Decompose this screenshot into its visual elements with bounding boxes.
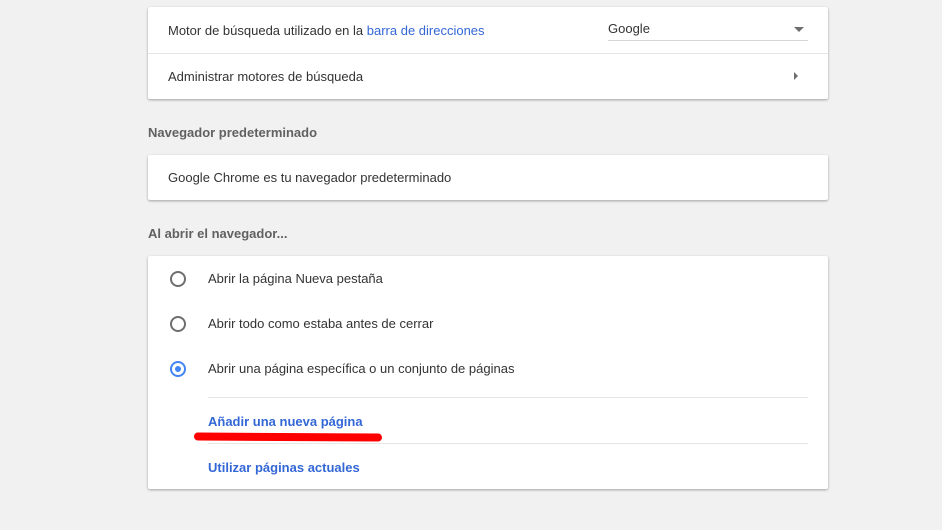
chevron-right-icon	[794, 72, 798, 80]
add-new-page-link[interactable]: Añadir una nueva página	[208, 414, 363, 429]
startup-option-label: Abrir todo como estaba antes de cerrar	[208, 316, 434, 331]
startup-option-label: Abrir la página Nueva pestaña	[208, 271, 383, 286]
startup-option-continue[interactable]: Abrir todo como estaba antes de cerrar	[148, 301, 828, 346]
on-startup-heading: Al abrir el navegador...	[148, 226, 288, 241]
on-startup-card: Abrir la página Nueva pestaña Abrir todo…	[148, 256, 828, 489]
manage-search-engines-row[interactable]: Administrar motores de búsqueda	[148, 54, 828, 99]
divider	[208, 397, 808, 398]
use-current-pages-link[interactable]: Utilizar páginas actuales	[208, 460, 360, 475]
radio-unchecked-icon[interactable]	[170, 316, 186, 332]
dropdown-arrow-icon	[794, 27, 804, 32]
divider	[208, 443, 808, 444]
red-annotation-underline	[193, 432, 383, 442]
address-bar-link[interactable]: barra de direcciones	[367, 23, 485, 38]
startup-option-label: Abrir una página específica o un conjunt…	[208, 361, 515, 376]
startup-option-new-tab[interactable]: Abrir la página Nueva pestaña	[148, 256, 828, 301]
default-browser-heading: Navegador predeterminado	[148, 125, 318, 140]
manage-search-engines-label: Administrar motores de búsqueda	[168, 69, 364, 84]
search-engine-select[interactable]: Google	[608, 20, 808, 41]
default-browser-status: Google Chrome es tu navegador predetermi…	[168, 170, 452, 185]
search-engine-label-text: Motor de búsqueda utilizado en la	[168, 22, 367, 38]
search-engine-card: Motor de búsqueda utilizado en la barra …	[148, 7, 828, 99]
search-engine-row: Motor de búsqueda utilizado en la barra …	[148, 7, 828, 53]
search-engine-selected-value: Google	[608, 21, 650, 36]
default-browser-row: Google Chrome es tu navegador predetermi…	[148, 155, 828, 200]
default-browser-card: Google Chrome es tu navegador predetermi…	[148, 155, 828, 200]
radio-unchecked-icon[interactable]	[170, 271, 186, 287]
search-engine-label: Motor de búsqueda utilizado en la barra …	[168, 23, 485, 38]
startup-option-specific-pages[interactable]: Abrir una página específica o un conjunt…	[148, 346, 828, 391]
radio-checked-icon[interactable]	[170, 361, 186, 377]
